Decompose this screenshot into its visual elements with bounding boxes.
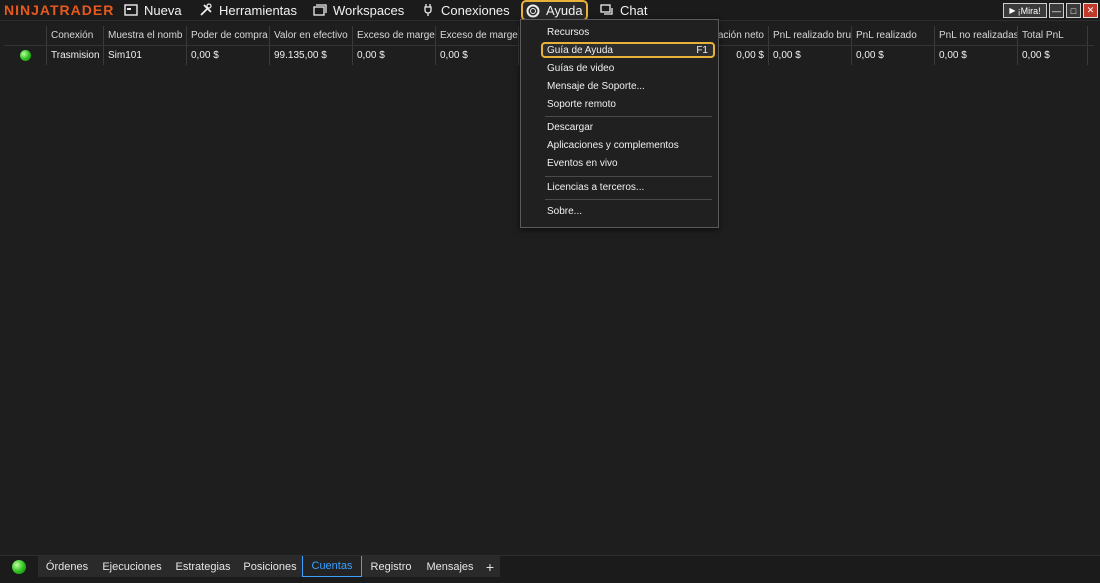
- cell-pnl-realizado-bruto: 0,00 $: [769, 46, 852, 65]
- cell-nombre: Sim101: [104, 46, 187, 65]
- workspaces-icon: [313, 4, 327, 16]
- connection-status-cell: [4, 46, 47, 65]
- header-poder-compra[interactable]: Poder de compra: [187, 26, 270, 45]
- menu-bar: NINJATRADER Nueva Herramientas Workspace…: [0, 0, 1100, 21]
- lifebuoy-icon: [526, 4, 540, 17]
- window-controls: ▶ ¡Mira! — □ ✕: [1003, 3, 1098, 18]
- menu-herramientas[interactable]: Herramientas: [199, 0, 297, 20]
- cell-exceso-margen-1: 0,00 $: [353, 46, 436, 65]
- header-pnl-realizado[interactable]: PnL realizado: [852, 26, 935, 45]
- header-muestra-nombre[interactable]: Muestra el nomb: [104, 26, 187, 45]
- header-total-pnl[interactable]: Total PnL: [1018, 26, 1088, 45]
- header-valor-efectivo[interactable]: Valor en efectivo: [270, 26, 353, 45]
- plug-icon: [424, 4, 432, 16]
- menu-item-soporte-remoto[interactable]: Soporte remoto: [547, 99, 616, 110]
- video-icon: ▶: [1009, 6, 1016, 15]
- tab-estrategias[interactable]: Estrategias: [168, 556, 239, 577]
- menu-nueva[interactable]: Nueva: [124, 0, 182, 20]
- close-button[interactable]: ✕: [1083, 3, 1098, 18]
- menu-ayuda[interactable]: Ayuda: [521, 0, 588, 21]
- tab-posiciones[interactable]: Posiciones: [238, 556, 303, 577]
- minimize-button[interactable]: —: [1049, 3, 1064, 18]
- menu-chat-label: Chat: [620, 2, 648, 18]
- header-pnl-realizado-bruto[interactable]: PnL realizado bru: [769, 26, 852, 45]
- ayuda-dropdown-menu: Recursos Guía de Ayuda F1 Guías de video…: [520, 19, 719, 228]
- menu-item-descargar[interactable]: Descargar: [547, 122, 593, 133]
- menu-item-guias-video[interactable]: Guías de video: [547, 63, 614, 74]
- bottom-tab-bar: Órdenes Ejecuciones Estrategias Posicion…: [0, 555, 1100, 583]
- cell-poder-compra: 0,00 $: [187, 46, 270, 65]
- menu-conexiones-label: Conexiones: [441, 2, 510, 18]
- menu-item-aplicaciones[interactable]: Aplicaciones y complementos: [547, 140, 679, 151]
- tools-icon: [200, 3, 212, 16]
- minimize-icon: —: [1052, 5, 1061, 16]
- menu-separator: [545, 199, 712, 200]
- cell-total-pnl: 0,00 $: [1018, 46, 1088, 65]
- connection-status-icon: [12, 560, 26, 574]
- menu-separator: [545, 116, 712, 117]
- tab-mensajes[interactable]: Mensajes: [420, 556, 481, 577]
- chat-icon: [600, 4, 613, 15]
- cell-valor-efectivo: 99.135,00 $: [270, 46, 353, 65]
- tab-cuentas[interactable]: Cuentas: [302, 556, 362, 577]
- tab-registro[interactable]: Registro: [362, 556, 421, 577]
- add-tab-button[interactable]: +: [480, 556, 501, 577]
- header-exceso-margen-1[interactable]: Exceso de marge: [353, 26, 436, 45]
- menu-chat[interactable]: Chat: [600, 0, 647, 20]
- menu-separator: [545, 176, 712, 177]
- header-indicator[interactable]: [4, 26, 47, 45]
- menu-item-sobre[interactable]: Sobre...: [547, 206, 582, 217]
- menu-nueva-label: Nueva: [144, 2, 182, 18]
- shortcut-f1: F1: [696, 45, 708, 56]
- maximize-icon: □: [1070, 5, 1077, 16]
- mira-button[interactable]: ▶ ¡Mira!: [1003, 3, 1047, 18]
- header-conexion[interactable]: Conexión: [47, 26, 104, 45]
- menu-conexiones[interactable]: Conexiones: [421, 0, 510, 20]
- menu-item-recursos[interactable]: Recursos: [547, 27, 589, 38]
- new-window-icon: [124, 4, 138, 16]
- menu-workspaces[interactable]: Workspaces: [313, 0, 404, 20]
- menu-item-licencias[interactable]: Licencias a terceros...: [547, 182, 644, 193]
- menu-item-mensaje-soporte[interactable]: Mensaje de Soporte...: [547, 81, 645, 92]
- close-icon: ✕: [1086, 5, 1095, 15]
- maximize-button[interactable]: □: [1066, 3, 1081, 18]
- menu-workspaces-label: Workspaces: [333, 2, 405, 18]
- mira-label: ¡Mira!: [1017, 5, 1041, 16]
- header-pnl-no-realizadas[interactable]: PnL no realizadas: [935, 26, 1018, 45]
- cell-pnl-realizado: 0,00 $: [852, 46, 935, 65]
- menu-herramientas-label: Herramientas: [219, 2, 298, 18]
- tab-ordenes[interactable]: Órdenes: [38, 556, 97, 577]
- app-logo: NINJATRADER: [4, 2, 115, 18]
- header-exceso-margen-2[interactable]: Exceso de marge: [436, 26, 519, 45]
- menu-item-eventos[interactable]: Eventos en vivo: [547, 158, 618, 169]
- connection-status-icon: [19, 50, 31, 61]
- cell-exceso-margen-2: 0,00 $: [436, 46, 519, 65]
- menu-ayuda-label: Ayuda: [546, 3, 583, 18]
- menu-item-guia-ayuda[interactable]: Guía de Ayuda F1: [541, 42, 715, 58]
- menu-item-guia-ayuda-label: Guía de Ayuda: [547, 45, 613, 56]
- cell-conexion: Trasmision: [47, 46, 104, 65]
- tab-ejecuciones[interactable]: Ejecuciones: [96, 556, 169, 577]
- cell-pnl-no-realizadas: 0,00 $: [935, 46, 1018, 65]
